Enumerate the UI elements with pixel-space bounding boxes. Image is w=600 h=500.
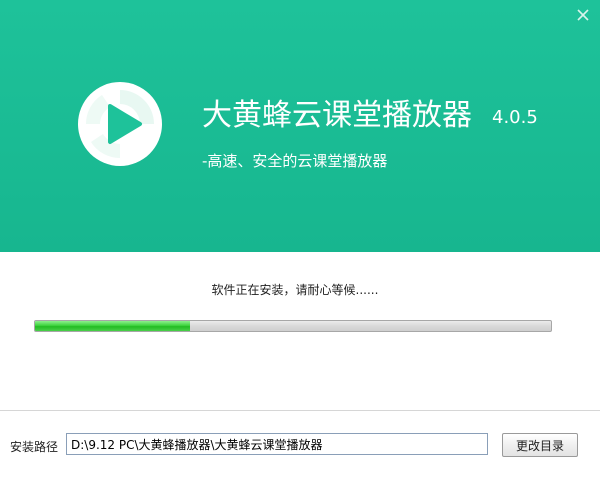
change-directory-button[interactable]: 更改目录 [502, 433, 578, 457]
install-progress-bar [34, 320, 552, 332]
app-version: 4.0.5 [492, 107, 538, 128]
install-path-input[interactable] [66, 433, 488, 455]
install-progress-fill [35, 321, 190, 331]
play-logo-icon [78, 82, 162, 166]
install-status-text: 软件正在安装，请耐心等候...... [211, 283, 379, 297]
app-title: 大黄蜂云课堂播放器 [202, 98, 472, 133]
footer-divider [0, 410, 600, 411]
close-button[interactable] [574, 6, 592, 24]
install-path-label: 安装路径 [10, 440, 59, 454]
header-banner: 大黄蜂云课堂播放器 4.0.5 -高速、安全的云课堂播放器 [0, 0, 600, 252]
installer-window: 大黄蜂云课堂播放器 4.0.5 -高速、安全的云课堂播放器 软件正在安装，请耐心… [0, 0, 600, 500]
app-subtitle: -高速、安全的云课堂播放器 [202, 152, 388, 170]
close-icon [577, 9, 589, 21]
